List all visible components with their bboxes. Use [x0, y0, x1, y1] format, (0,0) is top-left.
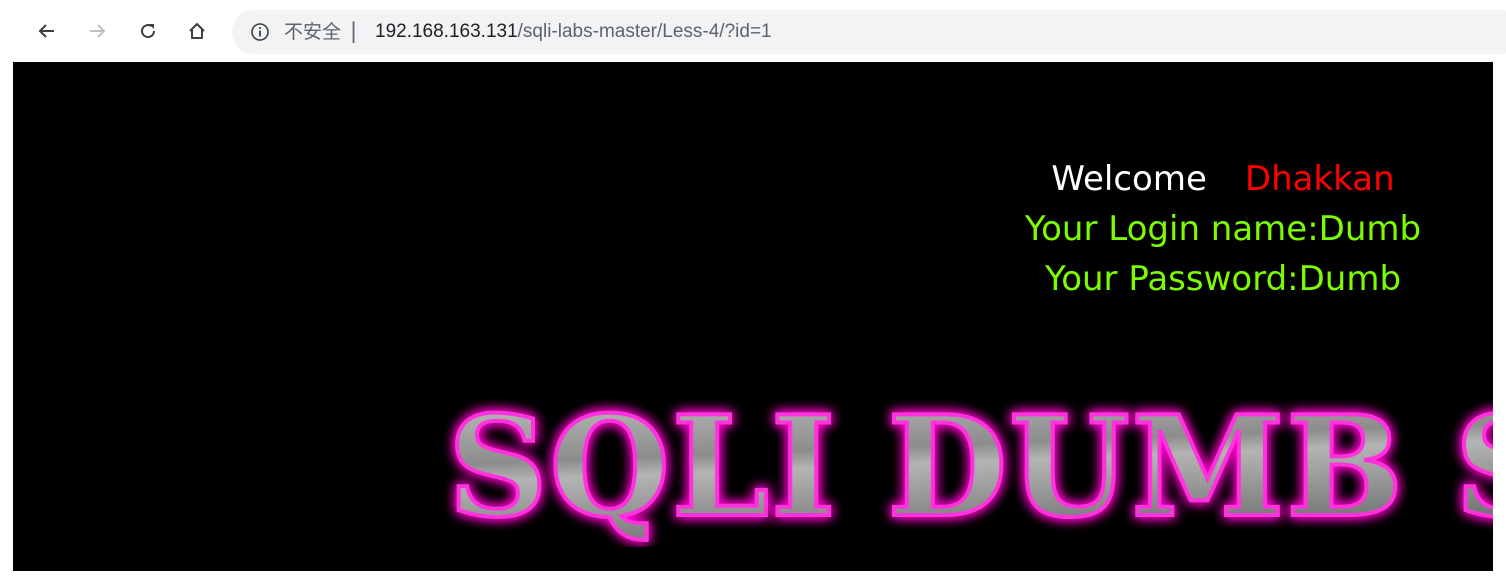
home-button[interactable] [183, 17, 211, 45]
page-content: Welcome Dhakkan Your Login name:Dumb Your… [13, 62, 1493, 571]
url-path: /sqli-labs-master/Less-4/?id=1 [517, 21, 772, 42]
login-name-text: Your Login name:Dumb [1024, 209, 1422, 249]
back-arrow-icon [38, 24, 54, 38]
back-button[interactable] [33, 17, 61, 45]
reload-button[interactable] [134, 17, 162, 45]
browser-toolbar: 不安全 | 192.168.163.131/sqli-labs-master/L… [0, 0, 1506, 62]
welcome-line: Welcome Dhakkan [913, 154, 1493, 204]
address-bar[interactable]: 不安全 | 192.168.163.131/sqli-labs-master/L… [232, 10, 1506, 54]
reload-icon [141, 24, 156, 39]
security-status-label[interactable]: 不安全 [284, 10, 341, 54]
login-result: Welcome Dhakkan Your Login name:Dumb Your… [913, 154, 1493, 304]
forward-arrow-icon [90, 24, 106, 38]
address-separator: | [350, 19, 358, 43]
welcome-name: Dhakkan [1244, 159, 1395, 199]
home-icon [189, 23, 205, 39]
welcome-text: Welcome [1051, 159, 1207, 199]
info-icon[interactable] [250, 22, 270, 42]
forward-button[interactable] [83, 17, 111, 45]
url-host: 192.168.163.131 [375, 21, 518, 42]
password-text: Your Password:Dumb [1044, 259, 1402, 299]
logo-text: SQLI DUMB SE [448, 385, 1493, 547]
url-text[interactable]: 192.168.163.131/sqli-labs-master/Less-4/… [375, 10, 772, 54]
sqli-dumb-series-logo: SQLI DUMB SE [446, 383, 1493, 547]
